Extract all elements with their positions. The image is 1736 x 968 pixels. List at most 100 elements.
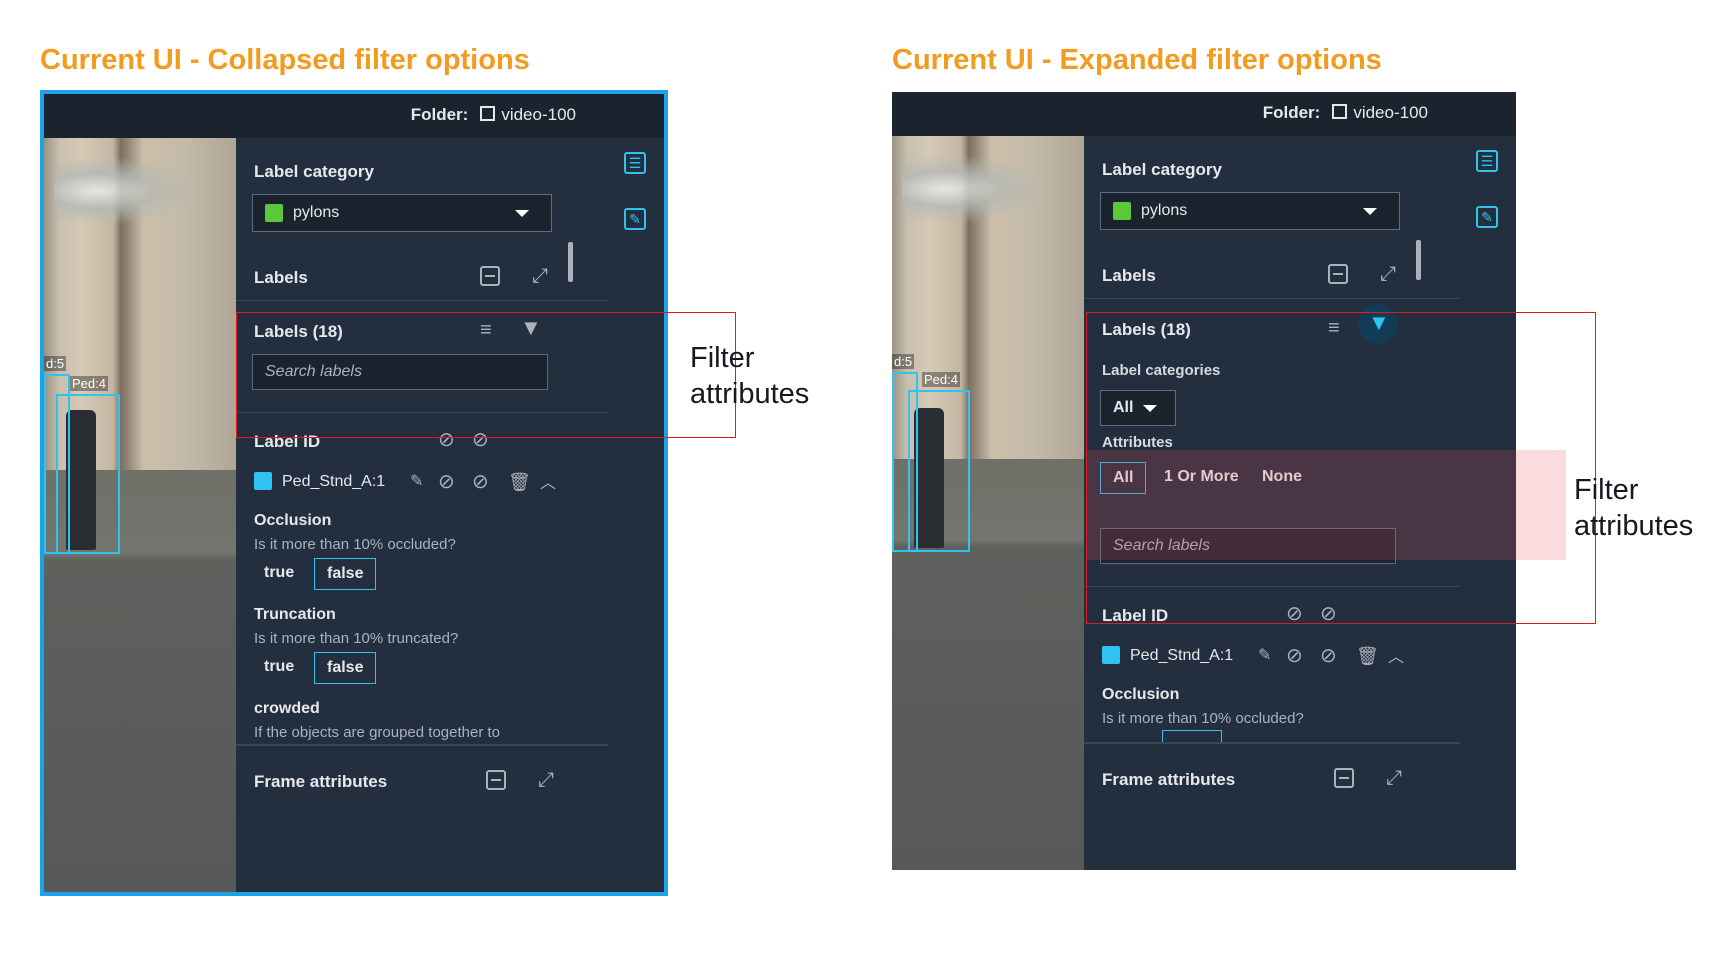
video-frame[interactable]: d:5 Ped:4 [44,138,236,892]
bounding-box[interactable] [56,394,120,554]
tree-foliage [54,156,204,226]
label-category-select[interactable]: pylons [1100,192,1400,230]
chevron-up-icon[interactable]: ︿ [1388,648,1404,668]
hide-all-icon[interactable]: ⊘ [1286,604,1303,624]
chevron-down-icon [515,210,529,217]
edit-icon[interactable]: ✎ [624,208,646,230]
folder-copy-icon [1332,104,1348,119]
chevron-down-icon [1143,405,1157,412]
list-icon[interactable]: ☰ [1476,150,1498,172]
label-color-swatch [254,472,272,490]
callout-line: Filter [690,342,755,374]
frame-attributes-title: Frame attributes [1102,770,1236,789]
category-color-swatch [1113,202,1131,220]
attributes-highlight [1086,450,1566,560]
chevron-down-icon [1363,208,1377,215]
labels-section-title: Labels [1102,266,1156,285]
hide-all-icon[interactable]: ⊘ [438,430,455,450]
chevron-up-icon[interactable]: ︿ [540,474,556,494]
collapse-icon[interactable] [1328,264,1348,284]
labels-count: Labels (18) [1102,320,1191,339]
pencil-icon[interactable]: ✎ [1258,646,1271,666]
frame-attributes-section: Frame attributes ⤢ [1084,744,1460,870]
expand-icon[interactable]: ⤢ [538,770,554,790]
callout-line: attributes [1574,510,1694,542]
frame-attributes-title: Frame attributes [254,772,388,791]
collapse-icon[interactable] [486,770,506,790]
right-heading: Current UI - Expanded filter options [892,44,1382,76]
divider [236,412,612,413]
label-id-header: Label ID [254,432,321,451]
folder-info: Folder: video-100 [411,105,576,125]
callout-text: Filter attributes [1574,472,1693,544]
divider [236,300,612,301]
expand-icon[interactable]: ⤢ [1386,768,1402,788]
edit-icon[interactable]: ✎ [1476,206,1498,228]
eye-slash-icon[interactable]: ⊘ [1320,646,1337,666]
eye-slash-icon[interactable]: ⊘ [1320,604,1337,624]
folder-info: Folder: video-100 [1263,103,1428,123]
labels-count: Labels (18) [254,322,343,341]
tree-foliage [902,154,1052,224]
labels-side-panel: Label category pylons Labels ⤢ Labels (1… [236,138,613,892]
top-bar: Folder: video-100 [892,92,1516,136]
folder-label: Folder: [410,105,469,124]
trash-icon[interactable]: 🗑 [1356,646,1379,666]
scrollbar[interactable] [1416,240,1421,280]
video-frame[interactable]: d:5 Ped:4 [892,136,1084,870]
label-id-header: Label ID [1102,606,1169,625]
bounding-box-tag: Ped:4 [70,376,108,391]
label-item-name[interactable]: Ped_Stnd_A:1 [1130,647,1233,665]
selected-category: pylons [293,204,340,221]
hide-icon[interactable]: ⊘ [438,472,455,492]
filter-button-active[interactable]: ▼ [1358,304,1398,344]
collapse-icon[interactable] [480,266,500,286]
expand-icon[interactable]: ⤢ [1380,264,1396,284]
divider [1084,586,1460,587]
collapsed-filter-panel: Folder: video-100 d:5 Ped:4 Label categor… [40,90,668,896]
collapse-icon[interactable] [1334,768,1354,788]
list-icon[interactable]: ☰ [624,152,646,174]
eye-slash-icon[interactable]: ⊘ [472,430,489,450]
labels-section-title: Labels [254,268,308,287]
label-categories-select[interactable]: All [1100,390,1176,426]
pencil-icon[interactable]: ✎ [410,472,423,492]
option-false[interactable]: false [314,652,377,684]
eye-slash-icon[interactable]: ⊘ [472,472,489,492]
trash-icon[interactable]: 🗑 [508,472,531,492]
callout-line: Filter [1574,474,1639,506]
filter-icon: ▼ [1368,310,1390,335]
attribute-name: Truncation [254,606,336,623]
bounding-box-tag: d:5 [44,356,67,371]
label-category-select[interactable]: pylons [252,194,552,232]
label-item-name[interactable]: Ped_Stnd_A:1 [282,473,385,491]
option-false[interactable]: false [314,558,377,590]
callout-text: Filter attributes [690,340,809,412]
folder-copy-icon [480,106,496,121]
label-category-title: Label category [1102,160,1222,179]
attribute-question: Is it more than 10% occluded? [254,536,456,553]
search-labels-input[interactable]: Search labels [252,354,548,390]
callout-line: attributes [690,378,810,410]
option-true[interactable]: true [252,558,306,588]
top-bar: Folder: video-100 [44,94,664,138]
filter-icon[interactable]: ▼ [520,317,542,339]
attribute-name: Occlusion [1102,686,1180,703]
attribute-question: If the objects are grouped together to [254,724,500,741]
expand-icon[interactable]: ⤢ [532,266,548,286]
attributes-title: Attributes [1102,434,1173,451]
folder-name: video-100 [501,105,576,124]
sort-icon[interactable]: ≡ [480,320,492,340]
label-categories-value: All [1113,399,1134,416]
attribute-question: Is it more than 10% truncated? [254,630,459,647]
scrollbar[interactable] [568,242,573,282]
bounding-box-tag: d:5 [892,354,915,369]
folder-name: video-100 [1353,103,1428,122]
category-color-swatch [265,204,283,222]
bounding-box[interactable] [908,390,970,552]
left-heading: Current UI - Collapsed filter options [40,44,530,76]
option-true[interactable]: true [252,652,306,682]
attribute-name: Occlusion [254,512,332,529]
hide-icon[interactable]: ⊘ [1286,646,1303,666]
sort-icon[interactable]: ≡ [1328,318,1340,338]
